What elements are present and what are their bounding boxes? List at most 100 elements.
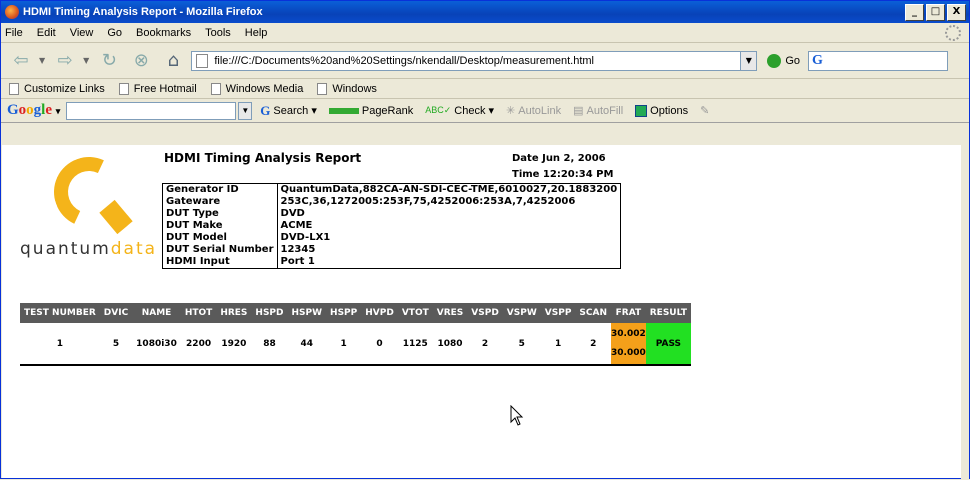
go-button[interactable]: Go xyxy=(767,53,800,68)
back-dropdown-icon[interactable]: ▼ xyxy=(39,56,45,65)
report-date: Date Jun 2, 2006 xyxy=(512,153,606,164)
info-key: DUT Type xyxy=(162,208,278,220)
google-search-input[interactable] xyxy=(66,101,237,120)
autolink-button[interactable]: ✳ AutoLink xyxy=(506,104,561,118)
link-label: Customize Links xyxy=(24,82,105,95)
address-url: file:///C:/Documents%20and%20Settings/nk… xyxy=(214,54,595,67)
info-row: HDMI Input Port 1 xyxy=(162,256,621,269)
info-key: Gateware xyxy=(162,196,278,208)
page-icon xyxy=(210,82,221,95)
cell-vres: 1080 xyxy=(437,338,463,349)
highlighter-icon[interactable]: ✎ xyxy=(700,104,709,117)
col-vtot: VTOT xyxy=(397,303,433,323)
info-value: Port 1 xyxy=(280,256,315,267)
info-key: Generator ID xyxy=(162,183,278,196)
info-row: DUT Serial Number 12345 xyxy=(162,244,621,256)
col-test-number: TEST NUMBER xyxy=(20,303,100,323)
cell-scan: 2 xyxy=(590,338,597,349)
options-icon xyxy=(635,104,648,117)
google-search-button[interactable]: G Search ▾ xyxy=(260,103,317,119)
menu-go[interactable]: Go xyxy=(107,27,122,39)
pagerank-label: PageRank xyxy=(361,104,414,117)
forward-arrow-icon: ⇨ xyxy=(57,50,73,71)
link-windows-media[interactable]: Windows Media xyxy=(210,82,304,95)
home-button[interactable]: ⌂ xyxy=(159,48,187,74)
logo-word-accent: data xyxy=(110,239,158,259)
menu-tools[interactable]: Tools xyxy=(205,27,231,39)
frat-measured: 30.002 xyxy=(611,328,646,339)
google-search-icon: G xyxy=(812,52,823,68)
page-icon xyxy=(9,82,19,95)
info-row: DUT Type DVD xyxy=(162,208,621,220)
browser-window: HDMI Timing Analysis Report - Mozilla Fi… xyxy=(0,0,970,480)
autofill-label: AutoFill xyxy=(586,104,624,117)
go-icon xyxy=(767,53,782,68)
cell-result: PASS xyxy=(645,323,692,365)
page-icon xyxy=(118,82,129,95)
cell-hres: 1920 xyxy=(221,338,247,349)
autofill-button[interactable]: ▤ AutoFill xyxy=(573,104,624,118)
table-row: 1 5 1080i30 2200 1920 88 44 1 0 1125 108… xyxy=(20,323,692,365)
col-hvpd: HVPD xyxy=(361,303,398,323)
info-value: 12345 xyxy=(280,244,316,255)
logo-word-main: quantum xyxy=(20,239,111,259)
measurement-header-row: TEST NUMBER DVIC NAME HTOT HRES HSPD HSP… xyxy=(20,303,692,323)
measurement-table: TEST NUMBER DVIC NAME HTOT HRES HSPD HSP… xyxy=(20,303,692,366)
link-label: Windows Media xyxy=(225,82,304,95)
menu-edit[interactable]: Edit xyxy=(37,27,56,39)
options-button[interactable]: Options xyxy=(635,104,688,117)
reload-button[interactable]: ↻ xyxy=(95,48,123,74)
search-label: Search xyxy=(273,104,309,117)
col-vspw: VSPW xyxy=(502,303,541,323)
address-bar[interactable]: file:///C:/Documents%20and%20Settings/nk… xyxy=(191,50,742,71)
col-vspp: VSPP xyxy=(540,303,576,323)
pagerank-indicator[interactable]: PageRank xyxy=(328,104,414,117)
cell-hspp: 1 xyxy=(340,338,347,349)
cell-dvic: 5 xyxy=(112,338,120,349)
google-logo[interactable]: Google ▾ xyxy=(7,102,60,119)
right-edge xyxy=(961,145,969,480)
forward-dropdown-icon[interactable]: ▼ xyxy=(83,56,89,65)
menu-bookmarks[interactable]: Bookmarks xyxy=(136,27,191,39)
page-content: quantumdata HDMI Timing Analysis Report … xyxy=(2,145,962,478)
device-info-table: Generator ID QuantumData,882CA-AN-SDI-CEC… xyxy=(162,183,622,269)
maximize-button[interactable]: □ xyxy=(926,3,945,21)
minimize-button[interactable]: _ xyxy=(905,3,924,21)
col-vres: VRES xyxy=(432,303,468,323)
info-row: Generator ID QuantumData,882CA-AN-SDI-CEC… xyxy=(162,183,621,196)
link-label: Free Hotmail xyxy=(133,82,197,95)
address-dropdown-icon[interactable]: ▼ xyxy=(741,50,758,71)
title-bar: HDMI Timing Analysis Report - Mozilla Fi… xyxy=(1,1,969,23)
report-datetime: Date Jun 2, 2006 Time 12:20:34 PM xyxy=(512,151,613,183)
google-toolbar: Google ▾ ▼ G Search ▾ PageRank ABC✓ Check … xyxy=(1,99,969,123)
home-icon: ⌂ xyxy=(167,50,180,71)
report-title: HDMI Timing Analysis Report xyxy=(164,151,362,165)
link-windows[interactable]: Windows xyxy=(317,82,377,95)
google-dropdown-icon[interactable]: ▼ xyxy=(238,101,253,120)
spell-check-button[interactable]: ABC✓ Check ▾ xyxy=(425,104,494,118)
link-customize-links[interactable]: Customize Links xyxy=(9,82,105,95)
close-button[interactable]: X xyxy=(947,3,966,21)
col-htot: HTOT xyxy=(180,303,217,323)
menu-file[interactable]: File xyxy=(5,27,23,39)
go-label: Go xyxy=(785,54,800,67)
page-icon xyxy=(196,53,209,68)
link-label: Windows xyxy=(332,82,377,95)
cell-hvpd: 0 xyxy=(376,338,383,349)
window-title: HDMI Timing Analysis Report - Mozilla Fi… xyxy=(23,6,263,18)
menu-help[interactable]: Help xyxy=(245,27,268,39)
cell-name: 1080i30 xyxy=(136,338,177,349)
search-box[interactable]: G xyxy=(808,50,948,71)
menu-view[interactable]: View xyxy=(70,27,94,39)
cell-vtot: 1125 xyxy=(402,338,428,349)
link-free-hotmail[interactable]: Free Hotmail xyxy=(118,82,197,95)
forward-button[interactable]: ⇨ xyxy=(51,48,79,74)
back-button[interactable]: ⇦ xyxy=(7,48,35,74)
cell-vspp: 1 xyxy=(554,338,562,349)
cell-hspw: 44 xyxy=(300,338,314,349)
info-row: DUT Make ACME xyxy=(162,220,621,232)
stop-button[interactable]: ⊗ xyxy=(127,48,155,74)
info-key: DUT Serial Number xyxy=(162,244,278,256)
cell-htot: 2200 xyxy=(186,338,212,349)
report-time: Time 12:20:34 PM xyxy=(512,169,614,180)
